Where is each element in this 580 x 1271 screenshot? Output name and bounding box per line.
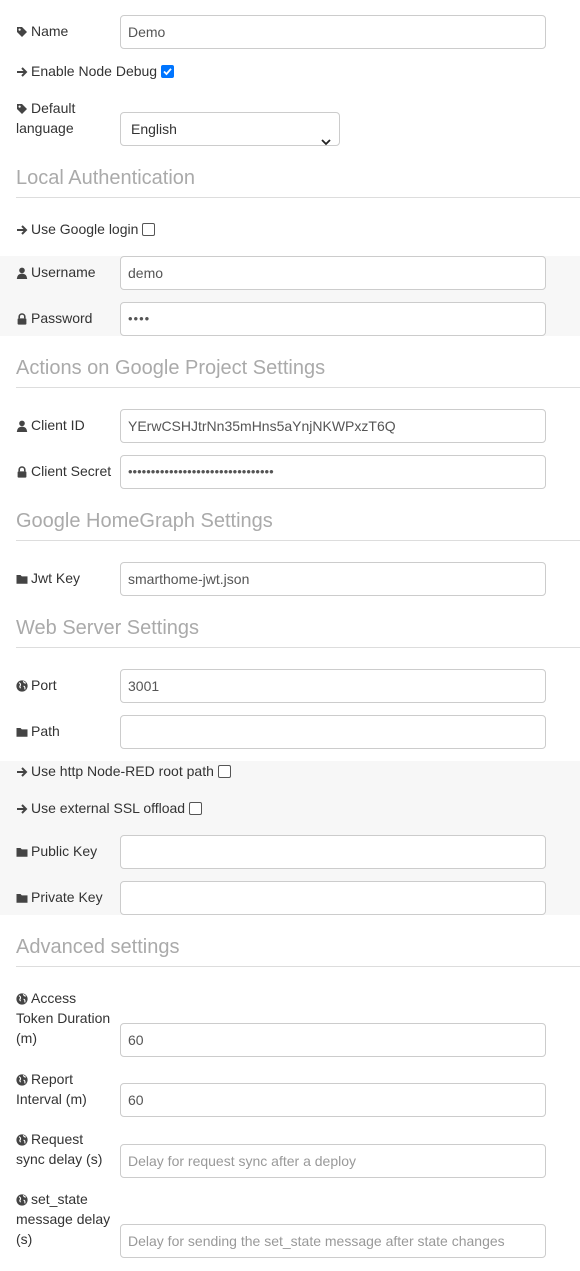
ssl-offload-row: Use external SSL offload: [16, 798, 203, 818]
username-input[interactable]: demo: [120, 256, 546, 290]
folder-icon: [16, 846, 31, 858]
section-title-actions-google: Actions on Google Project Settings: [16, 357, 580, 388]
setstate-delay-label-row: set_state message delay (s): [16, 1189, 116, 1249]
user-icon: [16, 420, 31, 433]
language-select[interactable]: English: [120, 112, 340, 146]
globe-icon: [16, 1074, 31, 1086]
google-login-row: Use Google login: [16, 219, 156, 239]
arrow-right-icon: [16, 766, 31, 778]
report-interval-input[interactable]: 60: [120, 1083, 546, 1117]
language-selected-value: English: [131, 121, 177, 137]
setstate-delay-label-line1: set_state: [31, 1191, 88, 1207]
password-label-row: Password: [16, 308, 116, 328]
port-input[interactable]: 3001: [120, 669, 546, 703]
section-title-local-auth: Local Authentication: [16, 167, 580, 198]
enable-debug-checkbox[interactable]: [161, 64, 175, 78]
tag-icon: [16, 103, 31, 115]
folder-icon: [16, 726, 31, 738]
folder-icon: [16, 573, 31, 585]
report-interval-label-line1: Report: [31, 1071, 74, 1087]
username-label: Username: [31, 264, 96, 280]
section-title-web-server: Web Server Settings: [16, 617, 580, 648]
token-duration-label-line1: Access: [31, 990, 77, 1006]
client-id-input[interactable]: YErwCSHJtrNn35mHns5aYnjNKWPxzT6Q: [120, 409, 546, 443]
http-root-checkbox[interactable]: [217, 764, 231, 778]
lock-icon: [16, 466, 31, 478]
name-label: Name: [31, 23, 69, 39]
jwt-key-label: Jwt Key: [31, 570, 81, 586]
language-label-line2: language: [16, 120, 74, 136]
name-label-row: Name: [16, 21, 116, 41]
setstate-delay-label-line2: message delay: [16, 1211, 111, 1227]
http-root-row: Use http Node-RED root path: [16, 761, 231, 781]
token-duration-label-row: Access Token Duration (m): [16, 988, 116, 1048]
lock-icon: [16, 313, 31, 325]
client-id-label-row: Client ID: [16, 415, 116, 435]
arrow-right-icon: [16, 66, 31, 78]
google-login-checkbox[interactable]: [142, 222, 156, 236]
arrow-right-icon: [16, 224, 31, 236]
port-label: Port: [31, 677, 57, 693]
jwt-key-label-row: Jwt Key: [16, 568, 116, 588]
sync-delay-input[interactable]: Delay for request sync after a deploy: [120, 1144, 546, 1178]
client-secret-label: Client Secret: [31, 463, 112, 479]
globe-icon: [16, 680, 31, 692]
public-key-input[interactable]: [120, 835, 546, 869]
jwt-key-input[interactable]: smarthome-jwt.json: [120, 562, 546, 596]
public-key-label: Public Key: [31, 843, 98, 859]
report-interval-label-row: Report Interval (m): [16, 1069, 116, 1109]
private-key-input[interactable]: [120, 881, 546, 915]
ssl-offload-label: Use external SSL offload: [31, 800, 186, 816]
sync-delay-label-row: Request sync delay (s): [16, 1129, 116, 1169]
private-key-label: Private Key: [31, 889, 103, 905]
name-input[interactable]: Demo: [120, 15, 546, 49]
port-label-row: Port: [16, 675, 116, 695]
private-key-label-row: Private Key: [16, 887, 116, 907]
setstate-delay-label-line3: (s): [16, 1231, 33, 1247]
password-label: Password: [31, 310, 93, 326]
http-root-label: Use http Node-RED root path: [31, 763, 214, 779]
globe-icon: [16, 993, 31, 1005]
language-label-row: Default language: [16, 98, 116, 138]
folder-icon: [16, 892, 31, 904]
globe-icon: [16, 1194, 31, 1206]
ssl-offload-checkbox[interactable]: [189, 801, 203, 815]
public-key-label-row: Public Key: [16, 841, 116, 861]
token-duration-input[interactable]: 60: [120, 1023, 546, 1057]
report-interval-label-line2: Interval (m): [16, 1091, 87, 1107]
path-label: Path: [31, 723, 60, 739]
sync-delay-label-line1: Request: [31, 1131, 84, 1147]
arrow-right-icon: [16, 803, 31, 815]
enable-debug-label: Enable Node Debug: [31, 63, 158, 79]
section-title-homegraph: Google HomeGraph Settings: [16, 510, 580, 541]
path-label-row: Path: [16, 721, 116, 741]
globe-icon: [16, 1134, 31, 1146]
token-duration-label-line3: (m): [16, 1030, 37, 1046]
token-duration-label-line2: Token Duration: [16, 1010, 111, 1026]
client-id-label: Client ID: [31, 417, 85, 433]
client-secret-input[interactable]: ••••••••••••••••••••••••••••••••: [120, 455, 546, 489]
chevron-down-icon: [321, 125, 331, 157]
client-secret-label-row: Client Secret: [16, 461, 120, 481]
username-label-row: Username: [16, 262, 116, 282]
password-input[interactable]: ••••: [120, 302, 546, 336]
google-login-label: Use Google login: [31, 221, 139, 237]
path-input[interactable]: [120, 715, 546, 749]
setstate-delay-input[interactable]: Delay for sending the set_state message …: [120, 1224, 546, 1258]
user-icon: [16, 267, 31, 280]
enable-debug-row: Enable Node Debug: [16, 61, 175, 81]
section-title-advanced: Advanced settings: [16, 936, 580, 967]
language-label-line1: Default: [31, 100, 76, 116]
tag-icon: [16, 26, 31, 38]
sync-delay-label-line2: sync delay (s): [16, 1151, 103, 1167]
